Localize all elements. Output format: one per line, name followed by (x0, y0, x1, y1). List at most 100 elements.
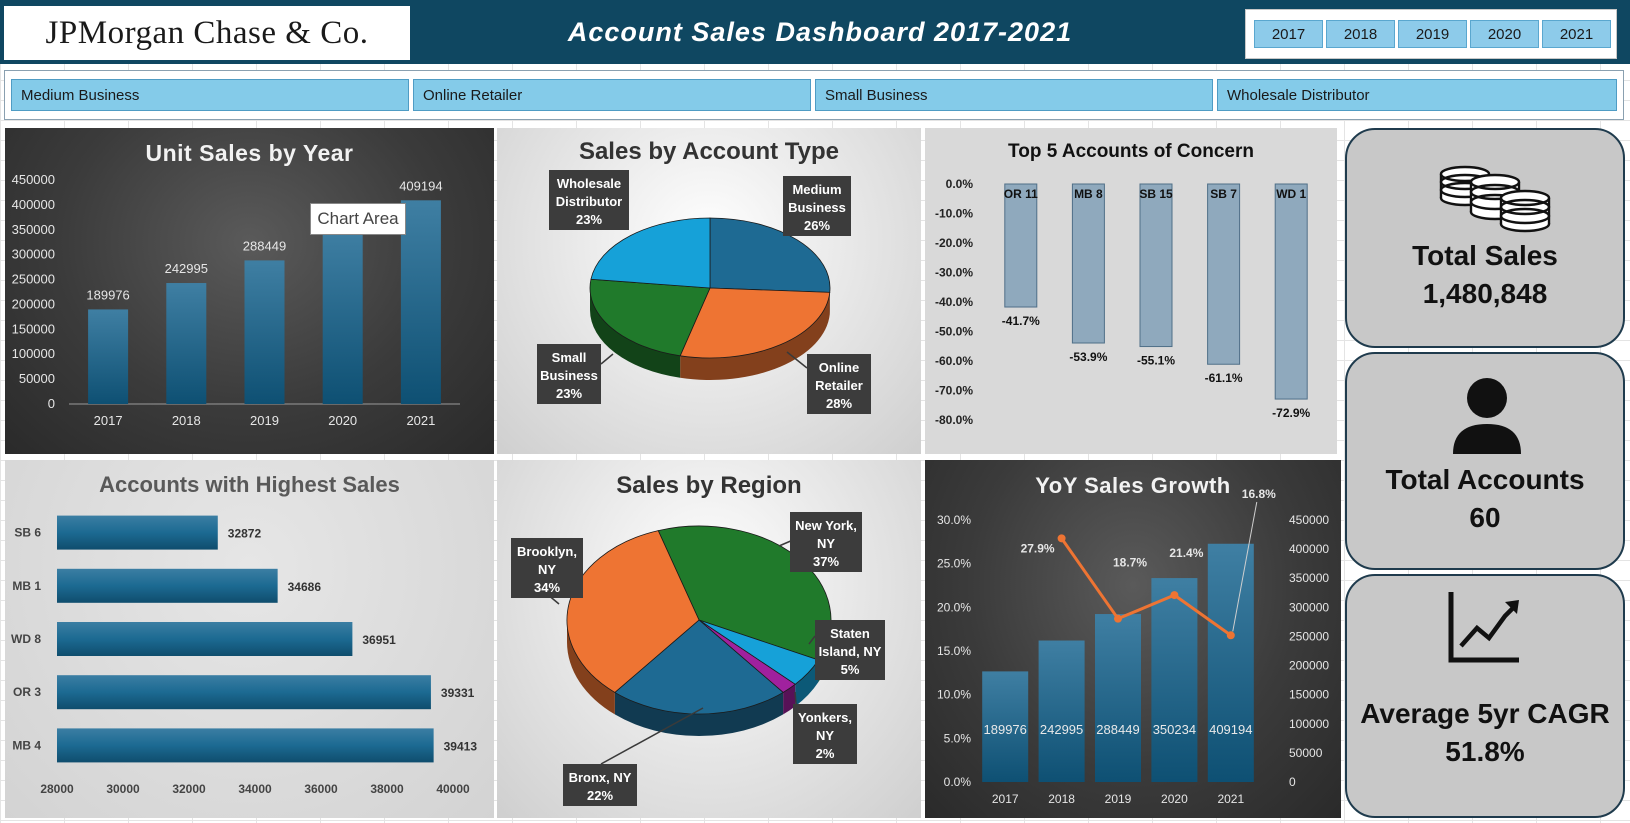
wholesale-distributor-label-text: Distributor (556, 194, 622, 209)
growth-data-label: 16.8% (1242, 487, 1276, 501)
filter-medium-business[interactable]: Medium Business (11, 79, 409, 111)
x-tick-label: 2020 (328, 413, 357, 428)
year-button-2018[interactable]: 2018 (1326, 20, 1395, 48)
unit-sales-bar (166, 283, 207, 404)
year-button-2021[interactable]: 2021 (1542, 20, 1611, 48)
unit-sales-plot: 450000 400000 350000 300000 250000 200000 1500… (12, 172, 460, 428)
y-tick-label: 450000 (12, 172, 55, 187)
total-accounts-label: Total Accounts (1385, 464, 1585, 495)
x-tick-label: 2017 (94, 413, 123, 428)
highest-sales-bar (57, 568, 278, 603)
unit-sales-bar (322, 229, 363, 404)
yonkers-label-text: 2% (816, 746, 835, 761)
region-plot: New York, NY 37% Staten Island, NY 5% Yonkers,… (511, 512, 885, 806)
new-york-label-text: 37% (813, 554, 839, 569)
y-tick-label: 50000 (19, 371, 55, 386)
filter-small-business[interactable]: Small Business (815, 79, 1213, 111)
bar-data-label: -41.7% (1002, 314, 1040, 328)
y-tick-label: -70.0% (935, 384, 973, 398)
year-button-2020[interactable]: 2020 (1470, 20, 1539, 48)
medium-business-label-text: 26% (804, 218, 830, 233)
x-tick-label: 2020 (1161, 792, 1188, 806)
right-y-tick-label: 0 (1289, 775, 1296, 789)
online-retailer-label-text: Retailer (815, 378, 863, 393)
staten-island-label-text: Island, NY (819, 644, 882, 659)
concern-bar (1071, 183, 1105, 344)
bar-data-label: -53.9% (1069, 350, 1107, 364)
yoy-growth-plot: 30.0% 25.0% 20.0% 15.0% 10.0% 5.0% 0.0% 450000 4… (937, 487, 1329, 806)
category-label: MB 1 (12, 579, 41, 593)
wholesale-distributor-label-text: 23% (576, 212, 602, 227)
y-tick-label: 150000 (12, 321, 55, 336)
bar-data-label: 36951 (362, 633, 396, 647)
online-retailer-label-text: Online (819, 360, 859, 375)
filter-wholesale-distributor[interactable]: Wholesale Distributor (1217, 79, 1617, 111)
left-y-tick-label: 20.0% (937, 600, 971, 614)
right-y-tick-label: 150000 (1289, 688, 1329, 702)
category-label: SB 6 (14, 526, 41, 540)
y-tick-label: 350000 (12, 222, 55, 237)
medium-business-label-text: Medium (792, 182, 841, 197)
category-label: WD 8 (11, 632, 41, 646)
unit-sales-chart[interactable]: Unit Sales by Year 450000 400000 350000 300… (5, 128, 494, 454)
left-y-tick-label: 5.0% (944, 731, 972, 745)
new-york-label-text: NY (817, 536, 835, 551)
bar-data-label: 409194 (1209, 722, 1252, 737)
small-business-leader (600, 353, 614, 365)
highest-sales-bar (57, 515, 218, 550)
category-label: SB 7 (1210, 187, 1237, 201)
growth-marker (1057, 534, 1066, 543)
account-type-plot: Medium Business 26% Online Retailer 28% Small B… (537, 170, 871, 414)
year-button-2019[interactable]: 2019 (1398, 20, 1467, 48)
x-tick-label: 2018 (172, 413, 201, 428)
yoy-growth-chart[interactable]: YoY Sales Growth 30.0% 25.0% 20.0% 15.0% 10.… (925, 460, 1341, 818)
left-y-tick-label: 10.0% (937, 688, 971, 702)
highest-sales-plot: SB 6 32872 MB 1 34686 WD 8 36951 OR 3 39331 MB 4… (11, 515, 477, 796)
bar-data-label: 34686 (288, 580, 322, 594)
category-label: OR 11 (1004, 187, 1038, 201)
company-logo: JPMorgan Chase & Co. (4, 6, 410, 60)
highest-sales-chart[interactable]: Accounts with Highest Sales SB 6 32872 MB … (5, 460, 494, 818)
growth-data-label: 21.4% (1169, 546, 1203, 560)
sales-bar (1038, 640, 1085, 782)
total-accounts-card: Total Accounts 60 (1345, 352, 1625, 570)
concern-chart[interactable]: Top 5 Accounts of Concern 0.0% -10.0% -20.… (925, 128, 1337, 454)
bronx-label-text: 22% (587, 788, 613, 803)
x-tick-label: 2021 (1217, 792, 1244, 806)
y-tick-label: -50.0% (935, 325, 973, 339)
logo-text: JPMorgan Chase & Co. (45, 15, 369, 51)
sales-bar (1151, 578, 1198, 782)
brooklyn-label-text: 34% (534, 580, 560, 595)
x-tick-label: 2019 (250, 413, 279, 428)
chart-area-tooltip: Chart Area (310, 203, 406, 235)
bar-data-label: 409194 (399, 178, 442, 193)
year-slicer: 2017 2018 2019 2020 2021 (1245, 9, 1617, 59)
bar-data-label: 242995 (165, 261, 208, 276)
medium-business-label-text: Business (788, 200, 846, 215)
x-tick-label: 2021 (406, 413, 435, 428)
right-y-tick-label: 450000 (1289, 513, 1329, 527)
category-label: OR 3 (13, 685, 41, 699)
x-tick-label: 2017 (992, 792, 1019, 806)
category-label: MB 4 (12, 738, 41, 752)
bar-data-label: 189976 (984, 722, 1027, 737)
highest-sales-bar (57, 622, 353, 656)
cagr-label: Average 5yr CAGR (1360, 698, 1610, 729)
y-tick-label: 400000 (12, 197, 55, 212)
filter-online-retailer[interactable]: Online Retailer (413, 79, 811, 111)
dashboard-title: Account Sales Dashboard 2017-2021 (567, 17, 1073, 47)
new-york-label-text: New York, (795, 518, 857, 533)
concern-bar (1274, 183, 1308, 400)
account-type-chart[interactable]: Sales by Account Type Medium Business 26% O… (497, 128, 921, 454)
year-button-2017[interactable]: 2017 (1254, 20, 1323, 48)
cagr-value: 51.8% (1445, 736, 1525, 767)
growth-marker (1170, 591, 1179, 600)
bar-data-label: -61.1% (1205, 371, 1243, 385)
online-retailer-label-text: 28% (826, 396, 852, 411)
bronx-label-text: Bronx, NY (569, 770, 632, 785)
dashboard-header: JPMorgan Chase & Co. Account Sales Dashb… (0, 0, 1630, 64)
y-tick-label: 100000 (12, 346, 55, 361)
y-tick-label: 0 (48, 396, 55, 411)
bar-data-label: 32872 (228, 527, 262, 541)
region-chart[interactable]: Sales by Region New York, NY 37% Staten Isla… (497, 460, 921, 818)
